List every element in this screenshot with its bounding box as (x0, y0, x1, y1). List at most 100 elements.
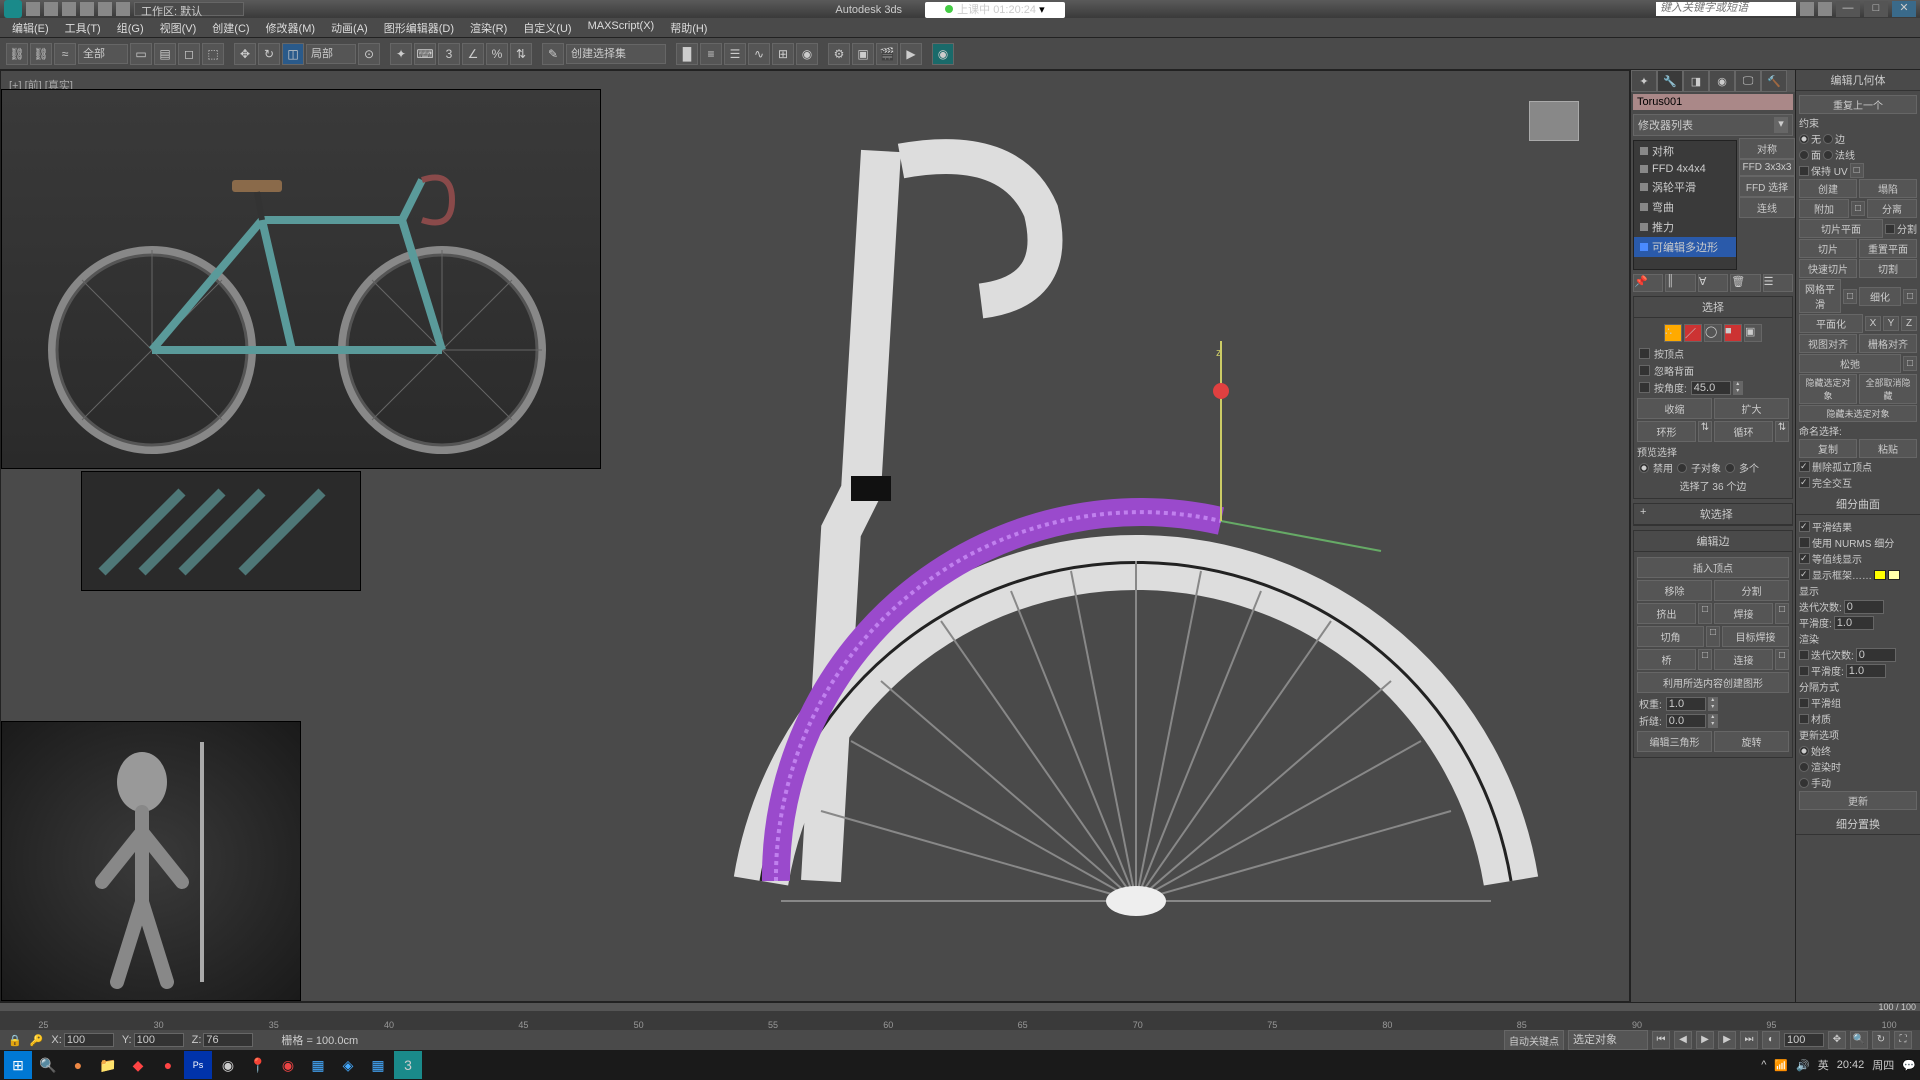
preview-subobj-radio[interactable] (1677, 463, 1687, 473)
repeat-last-button[interactable]: 重复上一个 (1799, 95, 1917, 114)
angle-down-icon[interactable]: ▾ (1733, 388, 1743, 395)
update-render-radio[interactable] (1799, 762, 1809, 772)
pin-stack-icon[interactable]: 📌 (1633, 274, 1663, 292)
unlink-tool-icon[interactable]: ⛓ (30, 43, 52, 65)
menu-tools[interactable]: 工具(T) (57, 18, 109, 37)
crease-spinner[interactable] (1666, 714, 1706, 728)
modifier-editable-poly[interactable]: 可编辑多边形 (1634, 237, 1736, 257)
schematic-icon[interactable]: ⊞ (772, 43, 794, 65)
update-manual-radio[interactable] (1799, 778, 1809, 788)
weight-down-icon[interactable]: ▾ (1708, 704, 1718, 711)
paste-named-button[interactable]: 粘贴 (1859, 439, 1917, 458)
mod-preset-ffd3[interactable]: FFD 3x3x3 (1739, 159, 1795, 176)
x-coord-input[interactable] (64, 1033, 114, 1047)
edit-edges-header[interactable]: 编辑边 (1634, 531, 1792, 552)
modifier-stack[interactable]: 对称 FFD 4x4x4 涡轮平滑 弯曲 推力 可编辑多边形 (1633, 140, 1737, 270)
prev-frame-icon[interactable]: ◀ (1674, 1031, 1692, 1049)
weld-settings-icon[interactable]: □ (1775, 603, 1789, 624)
pivot-icon[interactable]: ⊙ (358, 43, 380, 65)
selection-rollout-header[interactable]: 选择 (1634, 297, 1792, 318)
insert-vertex-button[interactable]: 插入顶点 (1637, 557, 1789, 578)
snap-3-icon[interactable]: 3 (438, 43, 460, 65)
search-icon[interactable] (1800, 2, 1814, 16)
element-subobj-icon[interactable]: ▣ (1744, 324, 1762, 342)
mod-preset-symmetry[interactable]: 对称 (1739, 138, 1795, 159)
3dsmax-task-icon[interactable]: 3 (394, 1051, 422, 1079)
current-frame-input[interactable] (1784, 1033, 1824, 1047)
goto-end-icon[interactable]: ⏭ (1740, 1031, 1758, 1049)
r-smooth-spinner[interactable] (1846, 664, 1886, 678)
tray-wifi-icon[interactable]: 📶 (1774, 1059, 1788, 1072)
cut-button[interactable]: 切割 (1859, 259, 1917, 278)
update-button[interactable]: 更新 (1799, 791, 1917, 810)
folder-icon[interactable]: 📁 (94, 1051, 122, 1079)
chamfer-settings-icon[interactable]: □ (1706, 626, 1720, 647)
msmooth-button[interactable]: 网格平滑 (1799, 279, 1841, 313)
angle-snap-icon[interactable]: ∠ (462, 43, 484, 65)
slice-split-checkbox[interactable] (1885, 224, 1895, 234)
hierarchy-tab-icon[interactable]: ◨ (1683, 70, 1709, 92)
menu-modifiers[interactable]: 修改器(M) (258, 18, 324, 37)
sep-mat-checkbox[interactable] (1799, 714, 1809, 724)
save-file-icon[interactable] (62, 2, 76, 16)
close-button[interactable]: ✕ (1892, 1, 1916, 17)
render-frame-icon[interactable]: ▣ (852, 43, 874, 65)
crease-up-icon[interactable]: ▴ (1708, 714, 1718, 721)
time-ruler[interactable]: 25 30 35 40 45 50 55 60 65 70 75 80 85 9… (0, 1011, 1920, 1030)
preserve-uv-checkbox[interactable] (1799, 166, 1809, 176)
preview-multi-radio[interactable] (1725, 463, 1735, 473)
render-iter-checkbox[interactable] (1799, 650, 1809, 660)
create-tab-icon[interactable]: ✦ (1631, 70, 1657, 92)
remove-button[interactable]: 移除 (1637, 580, 1712, 601)
redo-icon[interactable] (98, 2, 112, 16)
slice-plane-button[interactable]: 切片平面 (1799, 219, 1883, 238)
hide-unselected-button[interactable]: 隐藏未选定对象 (1799, 405, 1917, 422)
window-crossing-icon[interactable]: ⬚ (202, 43, 224, 65)
hide-selected-button[interactable]: 隐藏选定对象 (1799, 374, 1857, 404)
edit-tri-button[interactable]: 编辑三角形 (1637, 731, 1712, 752)
view-align-button[interactable]: 视图对齐 (1799, 334, 1857, 353)
msmooth-settings-icon[interactable]: □ (1843, 289, 1857, 304)
scale-tool-icon[interactable]: ◫ (282, 43, 304, 65)
smooth-spinner[interactable] (1834, 616, 1874, 630)
nav-pan-icon[interactable]: ✥ (1828, 1031, 1846, 1049)
show-cage-checkbox[interactable] (1799, 569, 1810, 580)
viewport[interactable]: [+] [前] [真实] (0, 70, 1630, 1002)
loop-button[interactable]: 循环 (1714, 421, 1773, 442)
border-subobj-icon[interactable]: ◯ (1704, 324, 1722, 342)
weld-button[interactable]: 焊接 (1714, 603, 1773, 624)
utilities-tab-icon[interactable]: 🔨 (1761, 70, 1787, 92)
ref-coord-dropdown[interactable]: 局部 (306, 44, 356, 64)
modifier-list-dropdown[interactable]: 修改器列表▾ (1633, 114, 1793, 136)
layers-icon[interactable]: ☰ (724, 43, 746, 65)
by-vertex-checkbox[interactable] (1639, 348, 1650, 359)
object-name-field[interactable]: Torus001 (1633, 94, 1793, 110)
render-prod-icon[interactable]: 🎬 (876, 43, 898, 65)
constraint-none-radio[interactable] (1799, 134, 1809, 144)
angle-up-icon[interactable]: ▴ (1733, 381, 1743, 388)
help-icon[interactable] (1818, 2, 1832, 16)
app-icon-6[interactable]: ▦ (304, 1051, 332, 1079)
app-icon-7[interactable]: ◈ (334, 1051, 362, 1079)
turn-button[interactable]: 旋转 (1714, 731, 1789, 752)
key-mode-icon[interactable]: ◐ (1762, 1031, 1780, 1049)
tray-notif-icon[interactable]: 💬 (1902, 1059, 1916, 1072)
move-tool-icon[interactable]: ✥ (234, 43, 256, 65)
percent-snap-icon[interactable]: % (486, 43, 508, 65)
next-frame-icon[interactable]: ▶ (1718, 1031, 1736, 1049)
nav-zoom-icon[interactable]: 🔍 (1850, 1031, 1868, 1049)
minimize-button[interactable]: — (1836, 1, 1860, 17)
extrude-button[interactable]: 挤出 (1637, 603, 1696, 624)
chamfer-button[interactable]: 切角 (1637, 626, 1704, 647)
play-icon[interactable]: ▶ (1696, 1031, 1714, 1049)
edge-subobj-icon[interactable]: ／ (1684, 324, 1702, 342)
constraint-edge-radio[interactable] (1823, 134, 1833, 144)
split-button[interactable]: 分割 (1714, 580, 1789, 601)
autokey-button[interactable]: 自动关键点 (1504, 1030, 1564, 1051)
make-unique-icon[interactable]: ∀ (1698, 274, 1728, 292)
weight-spinner[interactable] (1666, 697, 1706, 711)
planar-y-button[interactable]: Y (1883, 316, 1899, 331)
grid-align-button[interactable]: 栅格对齐 (1859, 334, 1917, 353)
maximize-button[interactable]: □ (1864, 1, 1888, 17)
menu-rendering[interactable]: 渲染(R) (462, 18, 515, 37)
